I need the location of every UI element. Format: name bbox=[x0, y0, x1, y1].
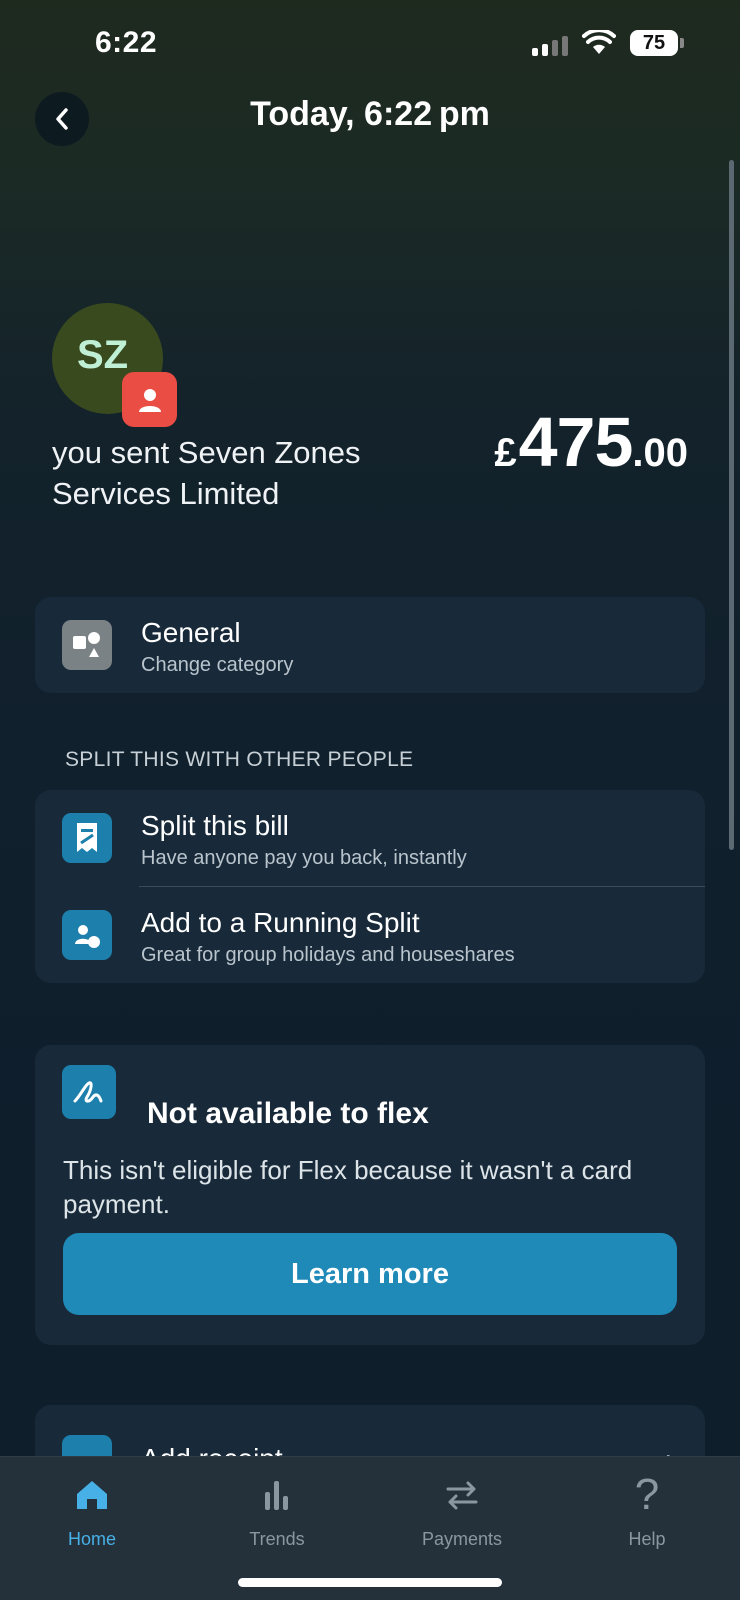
tab-home[interactable]: Home bbox=[22, 1457, 162, 1557]
tab-help[interactable]: ? Help bbox=[577, 1457, 717, 1557]
tab-payments[interactable]: Payments bbox=[392, 1457, 532, 1557]
payments-icon bbox=[442, 1473, 482, 1517]
home-icon bbox=[74, 1473, 110, 1517]
category-row[interactable]: General Change category bbox=[35, 597, 705, 693]
flex-icon bbox=[62, 1065, 116, 1119]
split-bill-icon bbox=[62, 813, 112, 863]
amount-whole: 475 bbox=[518, 403, 634, 481]
wifi-icon bbox=[582, 28, 616, 61]
category-subtitle: Change category bbox=[141, 654, 294, 676]
split-section-label: SPLIT THIS WITH OTHER PEOPLE bbox=[65, 748, 414, 771]
page-title: Today, 6:22 pm bbox=[250, 95, 490, 133]
group-icon bbox=[62, 910, 112, 960]
split-bill-row[interactable]: Split this bill Have anyone pay you back… bbox=[35, 790, 705, 887]
status-bar: 6:22 75 bbox=[0, 0, 740, 90]
flex-card: Not available to flex This isn't eligibl… bbox=[35, 1045, 705, 1345]
trends-icon bbox=[262, 1473, 292, 1517]
transaction-amount: £ 475 .00 bbox=[494, 402, 688, 482]
split-bill-subtitle: Have anyone pay you back, instantly bbox=[141, 847, 467, 869]
running-split-subtitle: Great for group holidays and houseshares bbox=[141, 944, 515, 966]
scroll-indicator bbox=[729, 160, 734, 850]
split-bill-title: Split this bill bbox=[141, 810, 289, 841]
split-card: Split this bill Have anyone pay you back… bbox=[35, 790, 705, 983]
home-indicator bbox=[238, 1578, 502, 1587]
amount-currency: £ bbox=[494, 431, 517, 475]
tab-trends[interactable]: Trends bbox=[207, 1457, 347, 1557]
cellular-signal-icon bbox=[532, 36, 568, 56]
help-icon: ? bbox=[634, 1470, 660, 1519]
running-split-title: Add to a Running Split bbox=[141, 907, 420, 938]
status-time: 6:22 bbox=[95, 26, 158, 59]
battery-icon: 75 bbox=[630, 30, 678, 56]
transaction-description: you sent Seven Zones Services Limited bbox=[52, 435, 361, 511]
tab-trends-label: Trends bbox=[249, 1529, 305, 1549]
tab-help-label: Help bbox=[628, 1529, 666, 1549]
shapes-icon bbox=[62, 620, 112, 670]
tab-home-label: Home bbox=[67, 1529, 116, 1549]
flex-title: Not available to flex bbox=[147, 1097, 429, 1130]
running-split-row[interactable]: Add to a Running Split Great for group h… bbox=[35, 887, 705, 983]
person-icon bbox=[122, 372, 177, 427]
amount-fraction: .00 bbox=[632, 431, 688, 475]
flex-body: This isn't eligible for Flex because it … bbox=[63, 1155, 633, 1219]
tab-payments-label: Payments bbox=[421, 1529, 503, 1549]
category-title: General bbox=[141, 617, 241, 648]
battery-tip bbox=[680, 38, 684, 48]
category-card[interactable]: General Change category bbox=[35, 597, 705, 693]
learn-more-button[interactable]: Learn more bbox=[63, 1233, 677, 1315]
